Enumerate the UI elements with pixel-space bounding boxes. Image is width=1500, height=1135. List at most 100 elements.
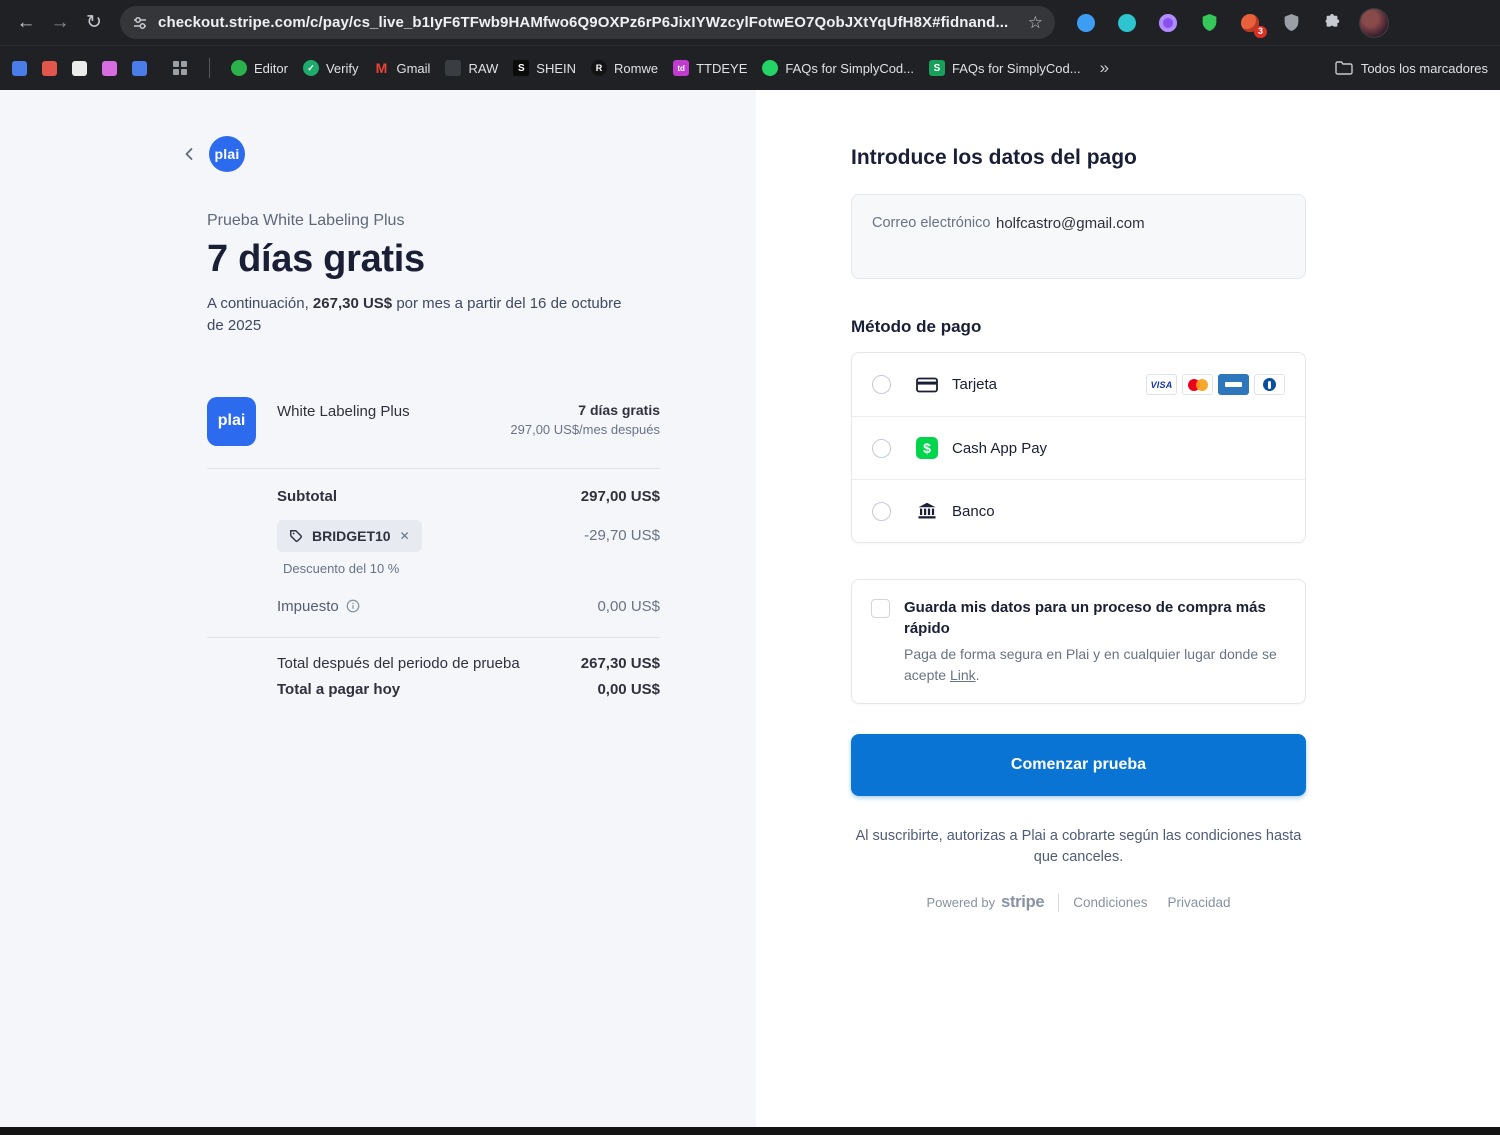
tag-icon (290, 529, 302, 542)
pinned-bookmark-white[interactable] (72, 60, 87, 76)
bank-radio-button[interactable] (872, 501, 891, 521)
payment-method-card[interactable]: Tarjeta VISA (852, 353, 1305, 416)
product-line: Prueba White Labeling Plus (207, 212, 405, 229)
email-label: Correo electrónico (872, 215, 991, 231)
coupon-amount: -29,70 US$ (584, 527, 660, 544)
powered-by-text: Powered by (926, 895, 996, 911)
checkout-page: plai Prueba White Labeling Plus 7 días g… (0, 90, 1500, 1127)
line-item: plai White Labeling Plus 7 días gratis 2… (207, 396, 660, 446)
all-bookmarks-button[interactable]: Todos los marcadores (1335, 61, 1488, 76)
reload-button[interactable]: ↻ (78, 7, 110, 39)
extension-badge: 3 (1253, 25, 1267, 38)
total-after-trial-label: Total después del periodo de prueba (277, 654, 520, 672)
bookmark-romwe[interactable]: R Romwe (591, 60, 658, 76)
ttdeye-favicon-icon: td (673, 60, 690, 76)
address-bar[interactable]: checkout.stripe.com/c/pay/cs_live_b1IyF6… (120, 6, 1055, 39)
footer-divider (1058, 893, 1060, 912)
product-trial: 7 días gratis (578, 401, 660, 418)
stripe-wordmark: stripe (1001, 893, 1045, 912)
diners-icon (1254, 374, 1285, 395)
extension-icon-blue[interactable] (1075, 12, 1097, 34)
bookmarks-separator (209, 58, 210, 78)
billing-summary-amount: 267,30 US$ (312, 295, 393, 312)
payment-method-cashapp[interactable]: $ Cash App Pay (852, 416, 1305, 479)
payment-method-title: Método de pago (851, 317, 982, 336)
bookmark-verify[interactable]: ✓ Verify (302, 60, 359, 76)
extension-icon-purple[interactable] (1157, 12, 1179, 34)
payment-method-bank[interactable]: Banco (852, 479, 1305, 542)
raw-favicon-icon (445, 60, 462, 76)
mastercard-icon (1182, 374, 1213, 395)
bookmark-label: FAQs for SimplyCod... (952, 60, 1081, 76)
product-price-after: 297,00 US$/mes después (510, 421, 660, 437)
subtotal-value: 297,00 US$ (580, 487, 660, 505)
bank-method-label: Banco (952, 502, 995, 520)
total-after-trial-row: Total después del periodo de prueba 267,… (277, 655, 660, 672)
cashapp-radio-button[interactable] (872, 438, 891, 458)
extension-icon-green-shield[interactable] (1198, 12, 1220, 34)
save-info-title: Guarda mis datos para un proceso de comp… (904, 599, 1266, 637)
pinned-bookmark-red[interactable] (42, 60, 57, 76)
card-radio-button[interactable] (872, 375, 891, 394)
extensions-puzzle-icon[interactable] (1321, 12, 1343, 34)
link-link[interactable]: Link (950, 667, 976, 683)
coupon-row: BRIDGET10 ✕ -29,70 US$ (277, 519, 660, 552)
card-method-label: Tarjeta (952, 376, 998, 393)
product-logo: plai (207, 396, 256, 446)
pinned-bookmark-blue[interactable] (12, 60, 27, 76)
bookmark-editor[interactable]: Editor (231, 60, 288, 76)
info-icon[interactable] (346, 599, 360, 613)
terms-link[interactable]: Condiciones (1073, 895, 1147, 910)
bottom-edge-strip (0, 1127, 1500, 1135)
extension-icon-gray-shield[interactable] (1280, 12, 1302, 34)
card-brand-badges: VISA (1146, 374, 1285, 395)
site-settings-icon[interactable] (132, 15, 148, 31)
billing-summary-prefix: A continuación, (207, 295, 313, 312)
save-info-description: Paga de forma segura en Plai y en cualqu… (904, 644, 1286, 686)
bookmark-shein[interactable]: S SHEIN (513, 60, 576, 76)
bank-icon (915, 502, 939, 520)
pinned-bookmark-pink[interactable] (102, 60, 117, 76)
extension-icon-teal[interactable] (1116, 12, 1138, 34)
tax-label: Impuesto (277, 597, 339, 615)
pinned-bookmark-blue2[interactable] (132, 60, 147, 76)
bookmarks-overflow-chevron-icon[interactable]: » (1100, 58, 1109, 78)
browser-toolbar: ← → ↻ checkout.stripe.com/c/pay/cs_live_… (0, 0, 1500, 45)
forward-button[interactable]: → (44, 7, 76, 39)
editor-favicon-icon (231, 60, 247, 76)
merchant-logo-text: plai (214, 146, 240, 162)
total-due-today-label: Total a pagar hoy (277, 680, 401, 698)
apps-grid-icon[interactable] (172, 60, 188, 76)
back-link[interactable] (181, 146, 197, 162)
save-info-desc-period: . (975, 667, 980, 683)
bookmark-faqs-1[interactable]: FAQs for SimplyCod... (762, 60, 914, 76)
save-info-checkbox[interactable] (871, 599, 890, 618)
url-text: checkout.stripe.com/c/pay/cs_live_b1IyF6… (158, 14, 1009, 31)
bookmark-gmail[interactable]: M Gmail (373, 60, 431, 76)
merchant-logo: plai (209, 136, 245, 172)
subtotal-label: Subtotal (277, 487, 337, 505)
bookmark-star-icon[interactable]: ☆ (1028, 13, 1043, 33)
cashapp-icon: $ (916, 437, 938, 459)
start-trial-button[interactable]: Comenzar prueba (851, 734, 1306, 796)
shein-favicon-icon: S (513, 60, 530, 76)
bookmark-label: Verify (325, 60, 359, 76)
billing-summary: A continuación, 267,30 US$ por mes a par… (207, 293, 637, 337)
profile-avatar[interactable] (1359, 7, 1389, 38)
payment-title: Introduce los datos del pago (851, 146, 1137, 169)
order-summary-panel: plai Prueba White Labeling Plus 7 días g… (0, 90, 756, 1127)
bookmark-label: RAW (468, 60, 499, 76)
back-arrow-icon (185, 148, 193, 160)
trial-headline: 7 días gratis (207, 238, 425, 280)
extension-icon-red-badge[interactable]: 3 (1239, 12, 1267, 38)
privacy-link[interactable]: Privacidad (1168, 895, 1231, 910)
email-readonly-field: Correo electrónico holfcastro@gmail.com (851, 194, 1306, 279)
bookmark-raw[interactable]: RAW (445, 60, 498, 76)
bookmark-faqs-2[interactable]: S FAQs for SimplyCod... (929, 60, 1081, 76)
bookmark-label: Gmail (396, 60, 431, 76)
bookmark-label: TTDEYE (696, 60, 748, 76)
back-button[interactable]: ← (10, 7, 42, 39)
remove-coupon-icon[interactable]: ✕ (400, 529, 410, 543)
bookmark-ttdeye[interactable]: td TTDEYE (673, 60, 747, 76)
total-after-trial-value: 267,30 US$ (580, 654, 660, 672)
